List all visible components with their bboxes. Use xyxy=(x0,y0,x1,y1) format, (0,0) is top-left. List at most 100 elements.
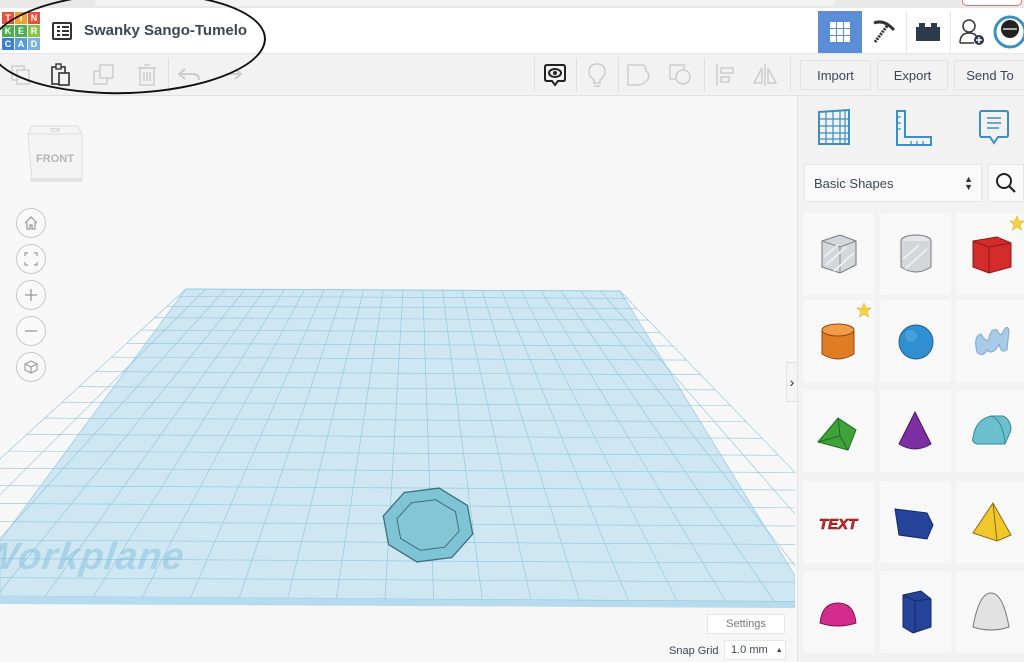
logo-letter: R xyxy=(28,25,40,37)
notes-icon xyxy=(979,110,1009,145)
logo-letter: I xyxy=(15,12,27,24)
eye-note-icon xyxy=(544,64,566,87)
browser-chrome-strip xyxy=(0,0,1024,8)
delete-button[interactable] xyxy=(134,62,160,88)
workplane-icon xyxy=(818,109,850,145)
view-cube-top-label[interactable]: TOP xyxy=(50,128,61,134)
show-notes-button[interactable] xyxy=(542,62,568,88)
notes-tool-button[interactable] xyxy=(974,108,1014,148)
3d-viewport[interactable]: Workplane TOP FRONT Settings Snap Grid 1… xyxy=(0,96,795,662)
shape-tile-cone[interactable] xyxy=(880,390,951,472)
shape-tile-pyramid[interactable] xyxy=(956,481,1024,563)
tinkercad-logo[interactable]: TIN KER CAD xyxy=(2,12,40,50)
shape-tile-paraboloid[interactable] xyxy=(956,571,1024,653)
shape-tile-cylinder[interactable] xyxy=(803,300,874,382)
cylinder-hole-shape-icon xyxy=(900,234,931,273)
invite-user-button[interactable] xyxy=(950,11,994,53)
logo-letter: A xyxy=(15,38,27,50)
mirror-icon xyxy=(752,64,778,86)
align-button[interactable] xyxy=(712,62,738,88)
shape-tile-box-hole[interactable] xyxy=(803,213,874,295)
shape-tile-scribble[interactable] xyxy=(956,300,1024,382)
design-title[interactable]: Swanky Sango-Tumelo xyxy=(84,22,247,39)
shape-tile-wedge[interactable] xyxy=(880,481,951,563)
shape-tile-round-roof[interactable] xyxy=(956,390,1024,472)
perspective-button[interactable] xyxy=(16,352,46,382)
paste-button[interactable] xyxy=(48,62,74,88)
view-cube[interactable]: TOP FRONT xyxy=(26,122,84,184)
logo-letter: C xyxy=(2,38,14,50)
snap-grid-select[interactable]: 1.0 mm ▲ xyxy=(724,640,786,660)
user-avatar[interactable] xyxy=(992,11,1024,53)
box-hole-shape-icon xyxy=(821,234,856,274)
ungroup-button[interactable] xyxy=(668,62,694,88)
3d-design-view-button[interactable] xyxy=(818,11,862,53)
half-sphere-shape-icon xyxy=(818,602,857,627)
redo-button[interactable] xyxy=(218,62,244,88)
snap-grid-label: Snap Grid xyxy=(669,645,719,657)
undo-icon xyxy=(177,68,200,81)
caret-up-icon: ▲ xyxy=(775,646,783,654)
search-icon xyxy=(996,173,1016,193)
logo-letter: D xyxy=(28,38,40,50)
shape-search-button[interactable] xyxy=(988,164,1024,202)
shape-tile-half-sphere[interactable] xyxy=(803,571,874,653)
pyramid-shape-icon xyxy=(971,502,1012,542)
design-list-icon[interactable] xyxy=(52,22,72,40)
browser-profile-pill[interactable] xyxy=(962,0,1022,6)
round-roof-shape-icon xyxy=(971,415,1012,445)
undo-button[interactable] xyxy=(176,62,202,88)
import-button[interactable]: Import xyxy=(800,60,871,90)
workplane-tool-button[interactable] xyxy=(814,108,854,148)
copy-button[interactable] xyxy=(8,62,34,88)
shape-tile-sphere[interactable] xyxy=(880,300,951,382)
favorite-star-icon xyxy=(856,302,872,323)
grid-icon xyxy=(830,22,850,42)
align-icon xyxy=(716,64,734,86)
fit-view-button[interactable] xyxy=(16,244,46,274)
shape-tile-text[interactable]: TEXT xyxy=(803,481,874,563)
ruler-icon xyxy=(896,110,932,146)
avatar-icon xyxy=(993,15,1024,49)
lightbulb-icon xyxy=(588,63,606,87)
zoom-in-button[interactable] xyxy=(16,280,46,310)
send-to-button[interactable]: Send To xyxy=(954,60,1024,90)
group-icon xyxy=(627,64,650,86)
zoom-out-button[interactable] xyxy=(16,316,46,346)
brick-icon xyxy=(916,23,940,41)
wedge-shape-icon xyxy=(893,508,934,540)
shape-tile-roof[interactable] xyxy=(803,390,874,472)
redo-icon xyxy=(227,68,243,80)
browser-url-bar[interactable] xyxy=(95,0,835,6)
settings-button[interactable]: Settings xyxy=(707,614,785,634)
mirror-button[interactable] xyxy=(752,62,778,88)
home-view-button[interactable] xyxy=(16,208,46,238)
light-button[interactable] xyxy=(584,62,610,88)
workplane-label: Workplane xyxy=(0,536,188,578)
shape-tile-box[interactable] xyxy=(956,213,1024,295)
minus-icon xyxy=(25,330,37,332)
duplicate-button[interactable] xyxy=(91,62,117,88)
shape-tile-cylinder-hole[interactable] xyxy=(880,213,951,295)
snap-grid-value: 1.0 mm xyxy=(731,644,768,656)
logo-letter: T xyxy=(2,12,14,24)
favorite-star-icon xyxy=(1009,215,1024,236)
export-button[interactable]: Export xyxy=(877,60,948,90)
shape-library-value: Basic Shapes xyxy=(814,175,894,191)
shape-library-select[interactable]: Basic Shapes ▲ ▼ xyxy=(804,164,982,202)
shape-tile-polygon[interactable] xyxy=(880,571,951,653)
polygon-shape-icon xyxy=(902,590,931,634)
ruler-tool-button[interactable] xyxy=(894,108,934,148)
view-cube-front-label[interactable]: FRONT xyxy=(36,153,74,165)
logo-letter: E xyxy=(15,25,27,37)
group-button[interactable] xyxy=(626,62,652,88)
logo-letter: N xyxy=(28,12,40,24)
codeblocks-view-button[interactable] xyxy=(862,11,906,53)
bricks-view-button[interactable] xyxy=(906,11,950,53)
text-shape-icon: TEXT xyxy=(818,516,859,534)
trash-icon xyxy=(138,64,156,86)
app-header: TIN KER CAD Swanky Sango-Tumelo xyxy=(0,8,1024,54)
paste-icon xyxy=(51,63,70,86)
scribble-shape-icon xyxy=(974,326,1010,356)
paraboloid-shape-icon xyxy=(971,592,1010,631)
